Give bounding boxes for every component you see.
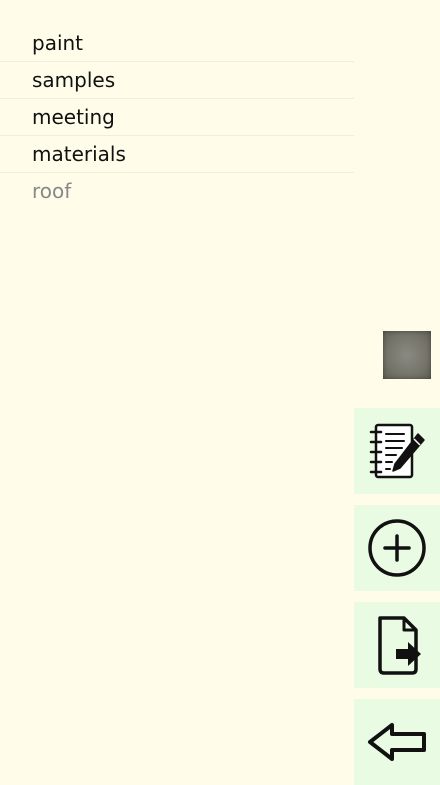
list-item[interactable]: roof [0, 173, 354, 210]
add-button[interactable] [354, 505, 440, 591]
list-item[interactable]: paint [0, 25, 354, 62]
export-button[interactable] [354, 602, 440, 688]
item-list: paint samples meeting materials roof [0, 25, 354, 210]
list-item[interactable]: samples [0, 62, 354, 99]
image-thumbnail[interactable] [383, 331, 431, 379]
file-export-icon [378, 616, 421, 675]
plus-circle-icon [368, 519, 426, 577]
arrow-left-icon [368, 723, 426, 761]
notes-button[interactable] [354, 408, 440, 494]
notebook-pen-icon [369, 423, 425, 479]
list-item[interactable]: materials [0, 136, 354, 173]
back-button[interactable] [354, 699, 440, 785]
list-item[interactable]: meeting [0, 99, 354, 136]
